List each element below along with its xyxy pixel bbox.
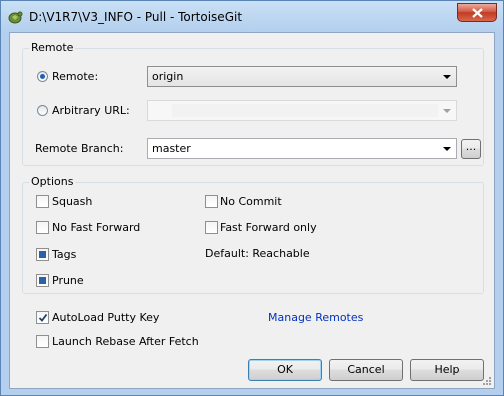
no-fast-forward-checkbox[interactable]	[36, 221, 49, 234]
manage-remotes-link[interactable]: Manage Remotes	[268, 311, 363, 324]
autoload-putty-label[interactable]: AutoLoad Putty Key	[52, 311, 159, 324]
no-commit-label[interactable]: No Commit	[220, 195, 282, 208]
close-icon	[472, 8, 483, 18]
tags-label[interactable]: Tags	[52, 248, 76, 261]
resize-grip-icon[interactable]	[482, 376, 492, 386]
chevron-down-icon	[443, 147, 451, 151]
remote-select-value: origin	[152, 70, 184, 83]
checkmark-icon	[38, 313, 48, 322]
dialog-client-area: Remote Remote: origin Arbitrary URL: Rem…	[9, 32, 495, 389]
remote-radio[interactable]	[37, 71, 48, 82]
browse-branch-button[interactable]: ...	[461, 139, 481, 159]
remote-branch-combo[interactable]: master	[147, 138, 457, 159]
arbitrary-url-radio[interactable]	[37, 105, 48, 116]
launch-rebase-label[interactable]: Launch Rebase After Fetch	[52, 335, 199, 348]
options-group-title: Options	[29, 175, 76, 188]
remote-group-title: Remote	[29, 41, 76, 54]
chevron-down-icon	[443, 75, 451, 79]
no-commit-checkbox[interactable]	[205, 195, 218, 208]
dialog-window: D:\V1R7\V3_INFO - Pull - TortoiseGit Rem…	[0, 0, 504, 396]
arbitrary-url-label[interactable]: Arbitrary URL:	[52, 104, 130, 117]
cancel-button[interactable]: Cancel	[329, 359, 403, 381]
tags-default-text: Default: Reachable	[205, 247, 310, 260]
fast-forward-only-label[interactable]: Fast Forward only	[220, 221, 317, 234]
arbitrary-url-input[interactable]	[147, 100, 457, 121]
tags-checkbox[interactable]	[36, 248, 49, 261]
autoload-putty-checkbox[interactable]	[36, 311, 49, 324]
arbitrary-url-text-area	[172, 104, 438, 117]
close-button[interactable]	[457, 3, 497, 22]
prune-checkbox[interactable]	[36, 274, 49, 287]
chevron-down-icon	[443, 109, 451, 113]
squash-label[interactable]: Squash	[52, 195, 92, 208]
remote-radio-label[interactable]: Remote:	[52, 70, 98, 83]
remote-select[interactable]: origin	[147, 66, 457, 87]
window-title: D:\V1R7\V3_INFO - Pull - TortoiseGit	[29, 10, 243, 24]
launch-rebase-checkbox[interactable]	[36, 335, 49, 348]
prune-label[interactable]: Prune	[52, 274, 84, 287]
no-fast-forward-label[interactable]: No Fast Forward	[52, 221, 140, 234]
ok-button[interactable]: OK	[248, 359, 322, 381]
remote-branch-value: master	[152, 142, 191, 155]
remote-branch-label: Remote Branch:	[35, 142, 124, 155]
tortoisegit-app-icon	[7, 9, 23, 25]
squash-checkbox[interactable]	[36, 195, 49, 208]
title-bar[interactable]: D:\V1R7\V3_INFO - Pull - TortoiseGit	[1, 1, 503, 33]
fast-forward-only-checkbox[interactable]	[205, 221, 218, 234]
help-button[interactable]: Help	[410, 359, 484, 381]
